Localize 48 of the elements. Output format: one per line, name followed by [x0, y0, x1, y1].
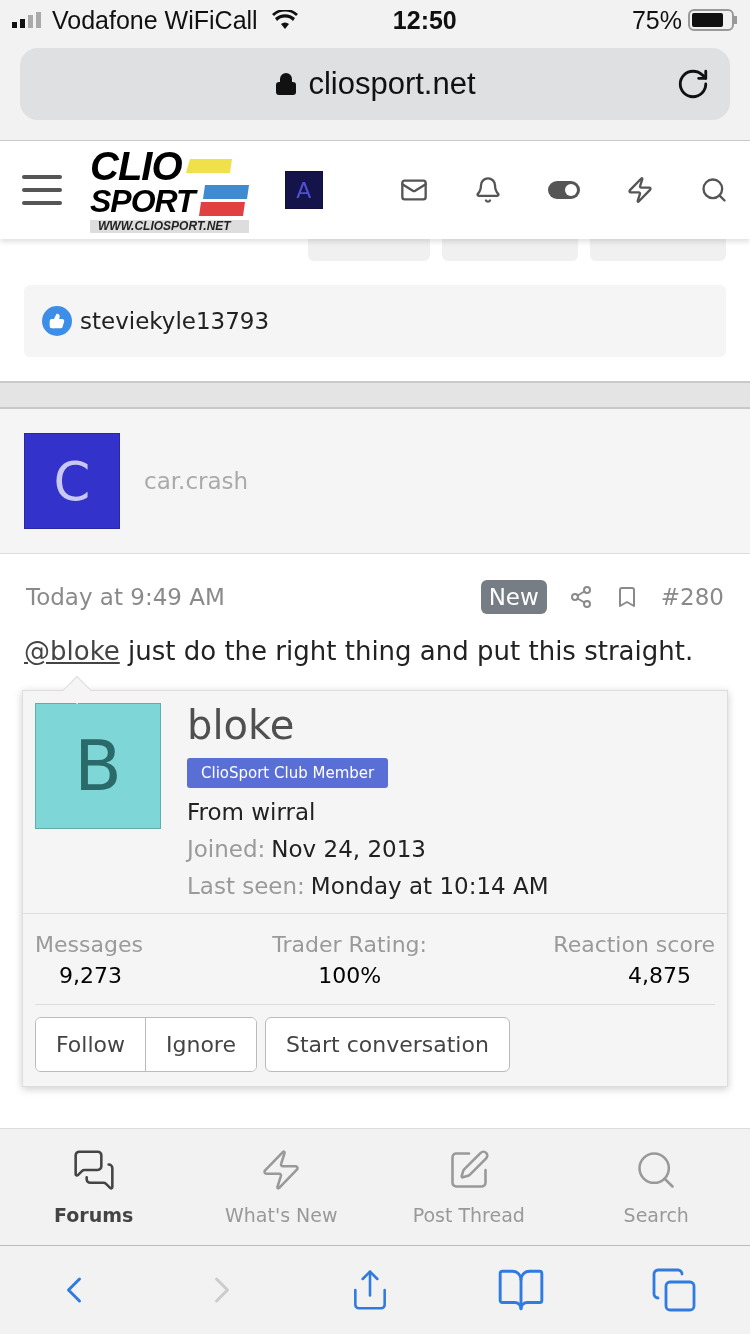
member-name[interactable]: bloke	[187, 703, 295, 747]
search-icon[interactable]	[700, 176, 728, 204]
account-avatar[interactable]: A	[284, 171, 323, 209]
address-bar[interactable]: cliosport.net	[20, 48, 730, 120]
stat-value: 4,875	[627, 963, 692, 988]
post-text: @bloke just do the right thing and put this straight.	[24, 636, 695, 666]
detail-label: Joined:	[187, 836, 266, 862]
battery-percent: 75%	[631, 5, 682, 35]
chat-icon	[71, 1148, 116, 1192]
post-time[interactable]: Today at 9:49 AM	[26, 584, 225, 610]
lightning-icon[interactable]	[626, 176, 654, 204]
detail-label: Last seen:	[187, 873, 305, 899]
share-icon[interactable]	[568, 585, 593, 609]
stripes-icon	[198, 184, 249, 217]
member-location: From wirral	[187, 799, 316, 825]
stat-label: Reaction score	[553, 932, 715, 957]
nav-tab[interactable]: Forums	[0, 1129, 188, 1245]
logo-url: WWW.CLIOSPORT.NET	[90, 219, 249, 234]
detail-value: Monday at 10:14 AM	[310, 873, 549, 899]
mention-link[interactable]: @bloke	[24, 636, 120, 666]
author-avatar[interactable]: C	[24, 433, 120, 529]
member-avatar[interactable]: B	[35, 703, 161, 829]
logo-text: CLIO	[90, 146, 182, 185]
new-badge: New	[480, 580, 547, 614]
post-number[interactable]: #280	[660, 584, 724, 610]
tabs-icon[interactable]	[650, 1266, 698, 1314]
stripe-icon	[185, 158, 232, 173]
reload-icon[interactable]	[676, 67, 710, 101]
lock-icon	[274, 72, 299, 96]
member-banner: ClioSport Club Member	[187, 758, 389, 788]
carrier-name: Vodafone WiFiCall	[52, 5, 258, 35]
menu-icon[interactable]	[22, 174, 62, 206]
ignore-button[interactable]: Ignore	[145, 1018, 256, 1071]
reaction-user[interactable]: steviekyle13793	[80, 308, 270, 334]
toggle-icon[interactable]	[548, 181, 580, 199]
wifi-icon	[271, 10, 298, 30]
conversation-button[interactable]: Start conversation	[264, 1017, 510, 1072]
stat-label: Trader Rating:	[272, 932, 427, 957]
stat-value: 9,273	[58, 963, 123, 988]
stat-label: Messages	[35, 932, 143, 957]
url-text: cliosport.net	[308, 66, 476, 102]
battery-icon	[688, 9, 738, 31]
bell-icon[interactable]	[474, 176, 502, 204]
signal-icon	[12, 12, 44, 28]
clock: 12:50	[392, 5, 457, 35]
like-icon	[42, 306, 72, 336]
detail-value: Nov 24, 2013	[271, 836, 426, 862]
stat-value: 100%	[317, 963, 383, 988]
